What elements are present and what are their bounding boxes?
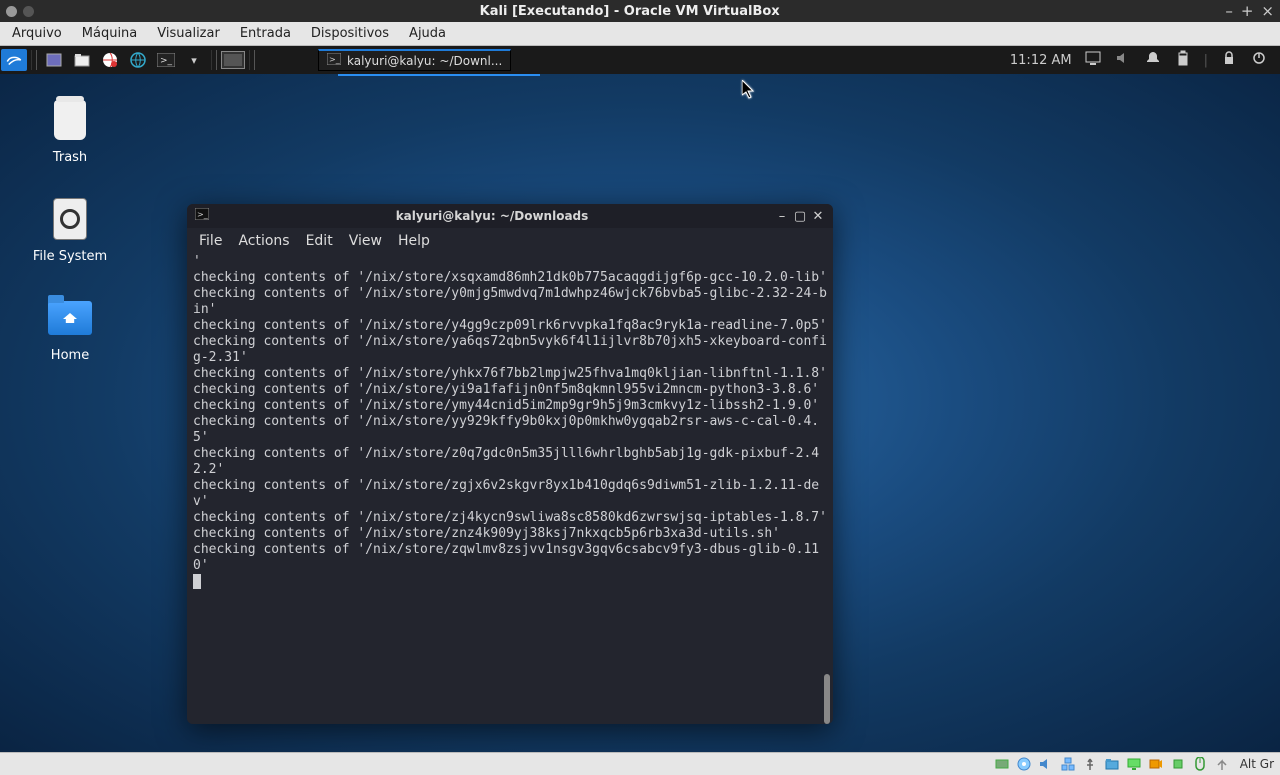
vb-usb-icon[interactable] [1082,756,1098,772]
guest-panel: >_ ▾ >_ kalyuri@kalyu: ~/Downl... 11:12 … [0,46,1280,74]
home-folder-icon [48,301,92,335]
display-icon[interactable] [1084,51,1102,69]
svg-text:>_: >_ [160,56,173,66]
vbox-menu-visualizar[interactable]: Visualizar [147,23,230,44]
vbox-menu-maquina[interactable]: Máquina [72,23,148,44]
svg-text:>_: >_ [197,210,209,219]
workspace-switcher-icon[interactable] [221,51,245,69]
vb-display-icon[interactable] [1126,756,1142,772]
vb-host-key-label: Alt Gr [1240,757,1274,771]
filesystem-label: File System [30,249,110,264]
terminal-menu-help[interactable]: Help [398,233,430,249]
vb-mouse-integration-icon[interactable] [1192,756,1208,772]
vbox-menu-entrada[interactable]: Entrada [230,23,301,44]
taskbar-entry-label: kalyuri@kalyu: ~/Downl... [347,54,502,68]
kali-logo-icon[interactable] [1,49,27,71]
minimize-icon[interactable]: – [1225,2,1233,20]
mouse-cursor-icon [742,80,756,104]
clock[interactable]: 11:12 AM [1010,53,1072,68]
desktop-icon-filesystem[interactable]: File System [30,195,110,264]
drive-icon [53,198,87,240]
desktop-icon-trash[interactable]: Trash [30,96,110,165]
battery-icon[interactable] [1174,50,1192,70]
guest-desktop[interactable]: >_ ▾ >_ kalyuri@kalyu: ~/Downl... 11:12 … [0,46,1280,752]
power-icon[interactable] [1250,51,1268,69]
terminal-menu-file[interactable]: File [199,233,222,249]
terminal-window[interactable]: >_ kalyuri@kalyu: ~/Downloads – ▢ ✕ File… [187,204,833,724]
terminal-menu-view[interactable]: View [349,233,382,249]
terminal-output[interactable]: ' checking contents of '/nix/store/xsqxa… [187,254,833,594]
vb-audio-icon[interactable] [1038,756,1054,772]
terminal-menu-actions[interactable]: Actions [238,233,289,249]
terminal-maximize-button[interactable]: ▢ [791,208,809,224]
vb-cpu-icon[interactable] [1170,756,1186,772]
browser-icon[interactable] [97,49,123,71]
vbox-titlebar: Kali [Executando] - Oracle VM VirtualBox… [0,0,1280,22]
terminal-title: kalyuri@kalyu: ~/Downloads [211,209,773,223]
trash-icon [54,100,86,140]
taskbar-entry-terminal[interactable]: >_ kalyuri@kalyu: ~/Downl... [318,49,511,71]
vb-optical-icon[interactable] [1016,756,1032,772]
terminal-close-button[interactable]: ✕ [809,208,827,224]
files-icon[interactable] [69,49,95,71]
vbox-menu-dispositivos[interactable]: Dispositivos [301,23,399,44]
vbox-menu-ajuda[interactable]: Ajuda [399,23,456,44]
terminal-menu-edit[interactable]: Edit [306,233,333,249]
svg-text:>_: >_ [329,55,341,64]
terminal-body[interactable]: ' checking contents of '/nix/store/xsqxa… [187,254,833,724]
active-task-indicator [338,74,540,76]
notifications-icon[interactable] [1144,51,1162,69]
desktop-icon-home[interactable]: Home [30,294,110,363]
vbox-statusbar: Alt Gr [0,752,1280,775]
sys-menu-button[interactable] [6,6,17,17]
terminal-launcher-icon[interactable]: >_ [153,49,179,71]
sys-pin-button[interactable] [23,6,34,17]
close-icon[interactable]: × [1261,2,1274,20]
vb-shared-folders-icon[interactable] [1104,756,1120,772]
desktop-icons: Trash File System Home [30,96,110,393]
terminal-small-icon: >_ [327,53,341,68]
vb-hdd-icon[interactable] [994,756,1010,772]
vb-keyboard-capture-icon[interactable] [1214,756,1230,772]
terminal-menubar: File Actions Edit View Help [187,228,833,254]
vb-network-icon[interactable] [1060,756,1076,772]
terminal-titlebar[interactable]: >_ kalyuri@kalyu: ~/Downloads – ▢ ✕ [187,204,833,228]
trash-label: Trash [30,150,110,165]
vbox-menu-arquivo[interactable]: Arquivo [2,23,72,44]
home-label: Home [30,348,110,363]
vbox-menubar: Arquivo Máquina Visualizar Entrada Dispo… [0,22,1280,46]
terminal-titlebar-icon: >_ [193,208,211,224]
lock-icon[interactable] [1220,51,1238,69]
show-desktop-icon[interactable] [41,49,67,71]
scrollbar-thumb[interactable] [824,674,830,724]
web-icon[interactable] [125,49,151,71]
volume-icon[interactable] [1114,51,1132,69]
maximize-icon[interactable]: + [1241,2,1254,20]
terminal-minimize-button[interactable]: – [773,208,791,224]
chevron-down-icon[interactable]: ▾ [181,49,207,71]
vb-recording-icon[interactable] [1148,756,1164,772]
vbox-window-title: Kali [Executando] - Oracle VM VirtualBox [34,4,1225,19]
